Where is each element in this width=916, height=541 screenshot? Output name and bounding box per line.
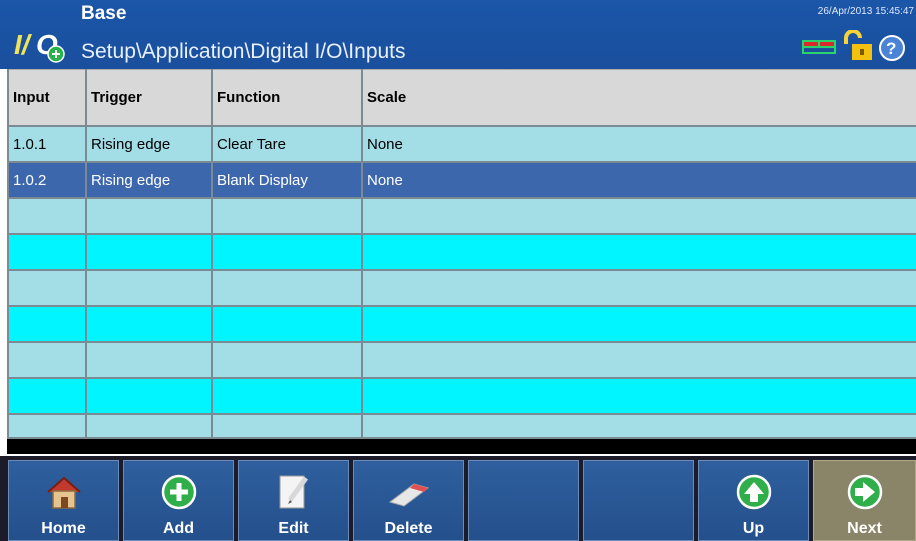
cell-scale: None xyxy=(361,125,916,163)
cell-empty xyxy=(361,233,916,271)
cell-empty xyxy=(211,233,363,271)
page-title: Base xyxy=(81,3,127,24)
table-row-empty[interactable] xyxy=(7,413,916,439)
cell-empty xyxy=(7,269,87,307)
column-header-scale[interactable]: Scale xyxy=(361,69,916,127)
cell-empty xyxy=(211,377,363,415)
unlock-icon[interactable] xyxy=(844,30,872,60)
cell-empty xyxy=(7,341,87,379)
table-row-empty[interactable] xyxy=(7,233,916,271)
status-icons: ? xyxy=(802,30,905,61)
breadcrumb: Setup\Application\Digital I/O\Inputs xyxy=(81,40,406,63)
cell-empty xyxy=(361,197,916,235)
arrow-up-circle-icon xyxy=(736,474,771,510)
home-label: Home xyxy=(41,520,86,537)
table-row-empty[interactable] xyxy=(7,377,916,415)
cell-empty xyxy=(85,197,213,235)
cell-empty xyxy=(361,413,916,439)
table-row-empty[interactable] xyxy=(7,305,916,343)
cell-trigger: Rising edge xyxy=(85,125,213,163)
cell-scale: None xyxy=(361,161,916,199)
edit-paper-icon xyxy=(279,475,308,509)
cell-empty xyxy=(7,233,87,271)
cell-empty xyxy=(361,269,916,307)
cell-input: 1.0.2 xyxy=(7,161,87,199)
add-button[interactable]: Add xyxy=(123,460,234,541)
io-logo-icon: I/ O xyxy=(14,29,65,63)
column-header-input[interactable]: Input xyxy=(7,69,87,127)
cell-empty xyxy=(361,377,916,415)
delete-label: Delete xyxy=(384,520,433,537)
arrow-right-circle-icon xyxy=(847,474,882,510)
table-row-selected[interactable]: 1.0.2 Rising edge Blank Display None xyxy=(7,161,916,199)
cell-empty xyxy=(7,413,87,439)
cell-empty xyxy=(211,197,363,235)
empty-softkey-2 xyxy=(583,460,694,541)
table-row-empty[interactable] xyxy=(7,197,916,235)
cell-empty xyxy=(85,341,213,379)
cell-empty xyxy=(85,233,213,271)
cell-trigger: Rising edge xyxy=(85,161,213,199)
table-row[interactable]: 1.0.1 Rising edge Clear Tare None xyxy=(7,125,916,163)
svg-text:?: ? xyxy=(886,39,896,58)
cell-empty xyxy=(211,341,363,379)
cell-input: 1.0.1 xyxy=(7,125,87,163)
up-button[interactable]: Up xyxy=(698,460,809,541)
svg-text:I/: I/ xyxy=(14,29,33,60)
cell-empty xyxy=(7,305,87,343)
next-label: Next xyxy=(847,520,882,537)
table-row-empty[interactable] xyxy=(7,269,916,307)
cell-empty xyxy=(211,413,363,439)
cell-empty xyxy=(85,377,213,415)
table-row-empty[interactable] xyxy=(7,341,916,379)
cell-empty xyxy=(85,305,213,343)
home-button[interactable]: Home xyxy=(8,460,119,541)
table-header-row: Input Trigger Function Scale xyxy=(7,69,916,127)
scale-status-icon xyxy=(802,40,836,54)
cell-empty xyxy=(361,305,916,343)
cell-empty xyxy=(7,377,87,415)
cell-empty xyxy=(211,305,363,343)
empty-softkey-1 xyxy=(468,460,579,541)
cell-empty xyxy=(7,197,87,235)
help-icon[interactable]: ? xyxy=(879,35,905,61)
title-bar: I/ O Base Setup\Application\Digital I/O\… xyxy=(0,0,916,69)
bottom-toolbar: Home Add Edit Delete Up Next xyxy=(0,456,916,541)
date-time: 26/Apr/2013 15:45:47 xyxy=(817,6,914,17)
cell-empty xyxy=(85,413,213,439)
column-header-trigger[interactable]: Trigger xyxy=(85,69,213,127)
cell-empty xyxy=(211,269,363,307)
home-icon xyxy=(46,476,81,509)
edit-button[interactable]: Edit xyxy=(238,460,349,541)
add-label: Add xyxy=(162,520,195,537)
cell-empty xyxy=(361,341,916,379)
eraser-icon xyxy=(388,483,429,507)
cell-function: Clear Tare xyxy=(211,125,363,163)
up-label: Up xyxy=(742,520,765,537)
inputs-table: Input Trigger Function Scale 1.0.1 Risin… xyxy=(7,69,916,454)
delete-button[interactable]: Delete xyxy=(353,460,464,541)
edit-label: Edit xyxy=(278,520,309,537)
column-header-function[interactable]: Function xyxy=(211,69,363,127)
cell-function: Blank Display xyxy=(211,161,363,199)
cell-empty xyxy=(85,269,213,307)
next-button[interactable]: Next xyxy=(813,460,916,541)
plus-circle-icon xyxy=(161,474,196,510)
